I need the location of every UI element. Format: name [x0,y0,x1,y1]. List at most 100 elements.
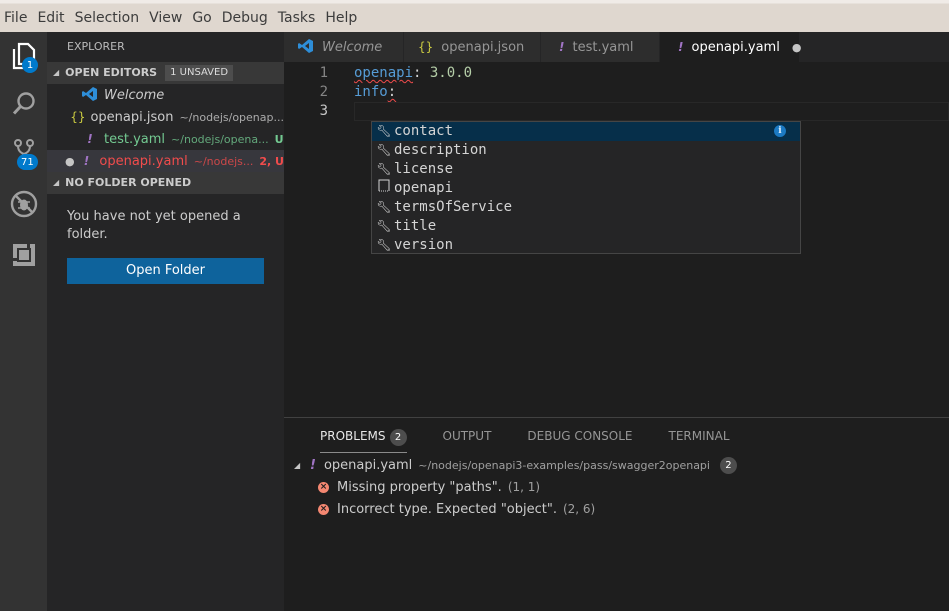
suggestion-label: openapi [394,180,454,196]
menu-edit[interactable]: Edit [37,10,64,26]
problem-message: Missing property "paths". [337,479,502,495]
panel-tabs: PROBLEMS 2 OUTPUT DEBUG CONSOLE TERMINAL [284,418,949,453]
activity-source-control[interactable]: 71 [0,128,47,176]
menu-tasks[interactable]: Tasks [278,10,316,26]
explorer-sidebar: EXPLORER ◢ OPEN EDITORS 1 UNSAVED Welcom… [47,32,284,611]
wrench-icon: 🔧︎ [376,162,392,176]
suggestion-item[interactable]: 🔧︎ title [372,217,800,236]
suggestion-label: title [394,218,437,234]
suggestion-item[interactable]: 🔧︎ license [372,160,800,179]
open-editor-name: openapi.yaml [99,153,188,169]
tab-debug-console[interactable]: DEBUG CONSOLE [527,418,632,453]
menu-go[interactable]: Go [192,10,211,26]
open-editor-path: ~/nodejs/openap... [179,110,284,124]
unsaved-badge: 1 UNSAVED [165,65,234,81]
suggestion-item[interactable]: 🔧︎ contact i [372,122,800,141]
open-editor-name: Welcome [104,87,165,103]
suggestion-label: license [394,161,454,177]
open-editor-openapi-json[interactable]: {} openapi.json ~/nodejs/openap... [47,106,284,128]
tab-openapi-json[interactable]: {} openapi.json [404,32,541,62]
tab-openapi-yaml[interactable]: ! openapi.yaml ● [660,32,802,62]
open-editors-label: OPEN EDITORS [65,66,158,79]
yaml-icon: ! [559,40,565,54]
open-editor-path: ~/nodejs... [193,154,254,168]
problem-file-row[interactable]: ◢ ! openapi.yaml ~/nodejs/openapi3-examp… [284,454,949,476]
suggestion-item[interactable]: 🔧︎ description [372,141,800,160]
code-line: 3 [284,102,949,121]
wrench-icon: 🔧︎ [376,200,392,214]
autocomplete-widget: 🔧︎ contact i 🔧︎ description 🔧︎ license o… [371,121,801,254]
open-editor-name: openapi.json [90,109,174,125]
tab-test-yaml[interactable]: ! test.yaml [541,32,660,62]
source-control-badge: 71 [17,154,38,170]
vscode-icon [81,86,99,105]
yaml-icon: ! [83,154,90,168]
activity-extensions[interactable] [0,231,47,279]
tab-label: Welcome [322,39,383,55]
problem-status: 2, U [259,154,284,168]
tab-label: PROBLEMS [320,429,386,443]
error-icon: × [318,481,329,493]
line-number: 3 [319,103,328,119]
suggestion-label: termsOfService [394,199,513,215]
open-editor-test-yaml[interactable]: ! test.yaml ~/nodejs/opena... U [47,128,284,150]
tab-label: openapi.yaml [691,39,780,55]
menu-help[interactable]: Help [325,10,357,26]
activity-explorer[interactable]: 1 [0,32,47,80]
activity-bar: 1 71 [0,32,47,611]
open-editor-openapi-yaml[interactable]: ● ! openapi.yaml ~/nodejs... 2, U [47,150,284,172]
collapse-triangle-icon: ◢ [53,178,60,187]
tab-welcome[interactable]: Welcome [284,32,404,62]
no-folder-message: You have not yet opened a folder. [67,209,241,242]
no-folder-header[interactable]: ◢ NO FOLDER OPENED [47,172,284,194]
suggestion-label: description [394,142,487,158]
tab-problems[interactable]: PROBLEMS 2 [320,427,407,453]
line-number: 2 [319,84,328,100]
suggestion-item[interactable]: openapi [372,179,800,198]
dirty-dot-icon[interactable]: ● [61,155,79,168]
yaml-icon: ! [678,40,684,54]
menu-selection[interactable]: Selection [75,10,140,26]
problem-location: (2, 6) [562,502,596,516]
json-icon: {} [418,40,434,54]
collapse-triangle-icon: ◢ [294,460,301,470]
tab-output[interactable]: OUTPUT [443,418,492,453]
suggestion-item[interactable]: 🔧︎ version [372,236,800,255]
git-status: U [274,132,284,146]
menu-file[interactable]: File [4,10,27,26]
bottom-panel: PROBLEMS 2 OUTPUT DEBUG CONSOLE TERMINAL… [284,417,949,611]
tab-terminal[interactable]: TERMINAL [669,418,730,453]
dirty-dot-icon[interactable]: ● [792,41,802,54]
snippet-icon [374,179,394,198]
problem-file-name: openapi.yaml [323,457,413,473]
problem-file-count: 2 [719,456,737,474]
yaml-key: info [354,84,388,100]
yaml-key: openapi [354,65,414,81]
menu-debug[interactable]: Debug [222,10,268,26]
explorer-badge: 1 [22,57,38,73]
activity-search[interactable] [0,80,47,128]
suggestion-item[interactable]: 🔧︎ termsOfService [372,198,800,217]
open-editor-path: ~/nodejs/opena... [171,132,269,146]
problem-row[interactable]: × Missing property "paths". (1, 1) [284,476,949,498]
code-line: 1 openapi: 3.0.0 [284,64,949,83]
info-icon[interactable]: i [774,125,786,137]
wrench-icon: 🔧︎ [376,219,392,233]
problem-row[interactable]: × Incorrect type. Expected "object". (2,… [284,498,949,520]
open-folder-button[interactable]: Open Folder [67,258,264,284]
no-folder-label: NO FOLDER OPENED [65,176,192,189]
tab-label: test.yaml [572,39,634,55]
menu-view[interactable]: View [149,10,182,26]
wrench-icon: 🔧︎ [376,238,392,252]
line-content: info: [354,83,396,102]
suggestion-label: contact [394,123,454,139]
problem-file-path: ~/nodejs/openapi3-examples/pass/swagger2… [418,458,710,472]
sidebar-title: EXPLORER [67,40,125,53]
collapse-triangle-icon: ◢ [53,68,60,77]
open-editor-welcome[interactable]: Welcome [47,84,284,106]
extensions-icon [12,244,35,266]
vscode-icon [298,38,314,57]
activity-debug[interactable] [0,180,47,228]
open-editors-header[interactable]: ◢ OPEN EDITORS 1 UNSAVED [47,62,284,84]
tab-label: openapi.json [441,39,525,55]
